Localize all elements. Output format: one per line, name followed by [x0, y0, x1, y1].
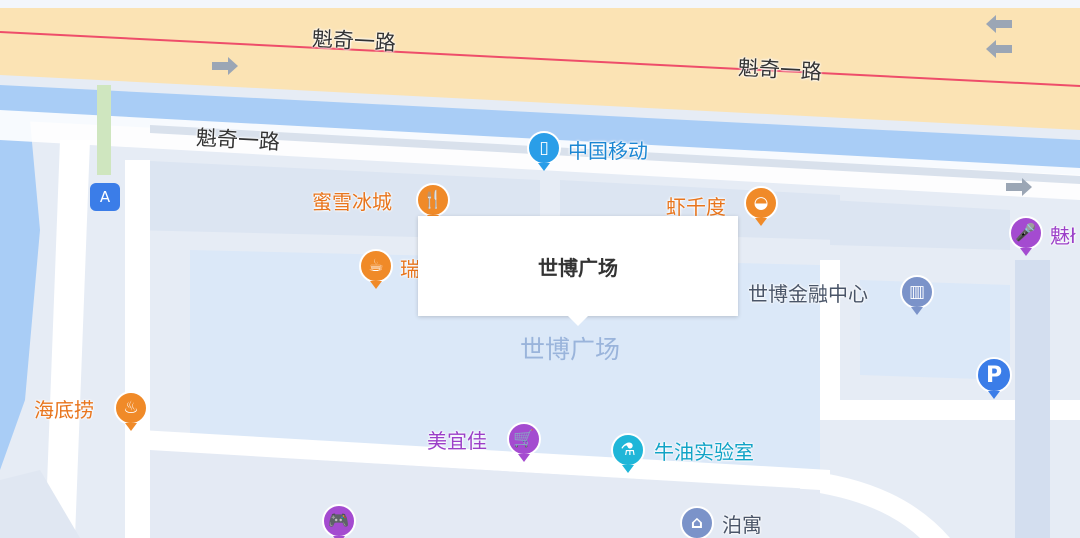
- parking-letter: P: [985, 362, 1003, 388]
- poi-label-mixue[interactable]: 蜜雪冰城: [312, 190, 392, 214]
- poi-label-finance-center[interactable]: 世博金融中心: [748, 282, 868, 306]
- poi-label-haidilao[interactable]: 海底捞: [34, 398, 94, 422]
- poi-label-mei[interactable]: 魅ł: [1050, 224, 1076, 248]
- apartment-icon[interactable]: ⌂: [680, 506, 714, 538]
- hotpot-icon[interactable]: ♨: [114, 391, 148, 431]
- parking-icon[interactable]: P: [976, 357, 1012, 399]
- poi-label-china-mobile[interactable]: 中国移动: [568, 139, 648, 163]
- poi-label-meiyijia[interactable]: 美宜佳: [427, 429, 487, 453]
- road-label-main-2: 魁奇一路: [737, 55, 823, 85]
- metro-exit-icon[interactable]: A: [90, 183, 120, 211]
- mobile-phone-icon[interactable]: ▯: [527, 131, 561, 171]
- noodle-bowl-icon[interactable]: ◒: [744, 186, 778, 226]
- poi-label-butter-lab[interactable]: 牛油实验室: [654, 440, 754, 464]
- green-strip: [97, 85, 111, 175]
- place-callout[interactable]: 世博广场: [418, 216, 738, 326]
- map-view[interactable]: 魁奇一路 魁奇一路 魁奇一路 A ▯ 中国移动 🍴 蜜雪冰城 ◒ 虾千度 ☕ 瑞…: [0, 0, 1080, 538]
- shopping-cart-icon[interactable]: 🛒: [507, 422, 541, 462]
- game-controller-icon[interactable]: 🎮: [322, 504, 356, 538]
- poi-label-rui[interactable]: 瑞: [400, 257, 420, 281]
- callout-title: 世博广场: [538, 255, 618, 280]
- coffee-cup-icon[interactable]: ☕: [359, 249, 393, 289]
- road-label-service: 魁奇一路: [195, 125, 281, 155]
- area-label: 世博广场: [520, 335, 621, 364]
- station-letter: A: [99, 188, 111, 206]
- restaurant-icon[interactable]: 🍴: [416, 183, 450, 223]
- flask-icon[interactable]: ⚗: [611, 433, 645, 473]
- poi-label-boyu[interactable]: 泊寓: [722, 513, 762, 537]
- karaoke-mic-icon[interactable]: 🎤: [1009, 216, 1043, 256]
- road-label-main-1: 魁奇一路: [311, 26, 397, 56]
- office-building-icon[interactable]: ▥: [900, 275, 934, 315]
